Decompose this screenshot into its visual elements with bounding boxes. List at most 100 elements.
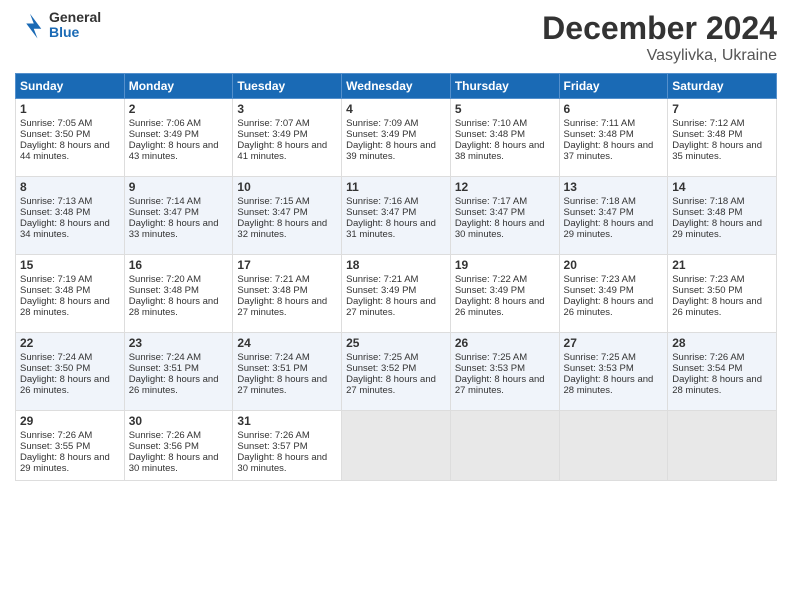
daylight: Daylight: 8 hours and 30 minutes. [455,218,545,240]
sunrise: Sunrise: 7:24 AM [20,352,92,363]
table-cell: 27 Sunrise: 7:25 AM Sunset: 3:53 PM Dayl… [559,333,668,411]
day-number: 30 [129,414,229,428]
daylight: Daylight: 8 hours and 43 minutes. [129,140,219,162]
daylight: Daylight: 8 hours and 37 minutes. [564,140,654,162]
week-row-2: 8 Sunrise: 7:13 AM Sunset: 3:48 PM Dayli… [16,177,777,255]
day-number: 8 [20,180,120,194]
sunrise: Sunrise: 7:23 AM [564,274,636,285]
sunset: Sunset: 3:51 PM [237,363,307,374]
daylight: Daylight: 8 hours and 28 minutes. [129,296,219,318]
table-cell [559,411,668,481]
day-number: 14 [672,180,772,194]
sunrise: Sunrise: 7:06 AM [129,118,201,129]
table-cell: 13 Sunrise: 7:18 AM Sunset: 3:47 PM Dayl… [559,177,668,255]
sunset: Sunset: 3:50 PM [20,363,90,374]
title-section: December 2024 Vasylivka, Ukraine [542,10,777,65]
table-cell: 17 Sunrise: 7:21 AM Sunset: 3:48 PM Dayl… [233,255,342,333]
daylight: Daylight: 8 hours and 27 minutes. [346,296,436,318]
daylight: Daylight: 8 hours and 28 minutes. [20,296,110,318]
sunset: Sunset: 3:48 PM [672,129,742,140]
daylight: Daylight: 8 hours and 44 minutes. [20,140,110,162]
table-cell: 2 Sunrise: 7:06 AM Sunset: 3:49 PM Dayli… [124,99,233,177]
header-monday: Monday [124,74,233,99]
day-number: 28 [672,336,772,350]
sunset: Sunset: 3:47 PM [237,207,307,218]
header-thursday: Thursday [450,74,559,99]
daylight: Daylight: 8 hours and 30 minutes. [237,452,327,474]
week-row-3: 15 Sunrise: 7:19 AM Sunset: 3:48 PM Dayl… [16,255,777,333]
daylight: Daylight: 8 hours and 26 minutes. [672,296,762,318]
day-number: 12 [455,180,555,194]
day-number: 18 [346,258,446,272]
table-cell: 29 Sunrise: 7:26 AM Sunset: 3:55 PM Dayl… [16,411,125,481]
day-number: 16 [129,258,229,272]
sunset: Sunset: 3:47 PM [346,207,416,218]
sunset: Sunset: 3:49 PM [564,285,634,296]
logo-icon [15,10,45,40]
sunrise: Sunrise: 7:25 AM [455,352,527,363]
sunset: Sunset: 3:49 PM [346,129,416,140]
logo-blue: Blue [49,25,101,40]
sunset: Sunset: 3:56 PM [129,441,199,452]
day-number: 22 [20,336,120,350]
daylight: Daylight: 8 hours and 26 minutes. [20,374,110,396]
sunrise: Sunrise: 7:20 AM [129,274,201,285]
sunset: Sunset: 3:55 PM [20,441,90,452]
day-number: 17 [237,258,337,272]
sunset: Sunset: 3:48 PM [129,285,199,296]
sunset: Sunset: 3:48 PM [20,285,90,296]
sunset: Sunset: 3:47 PM [564,207,634,218]
table-cell: 12 Sunrise: 7:17 AM Sunset: 3:47 PM Dayl… [450,177,559,255]
sunrise: Sunrise: 7:25 AM [564,352,636,363]
sunrise: Sunrise: 7:23 AM [672,274,744,285]
table-cell: 11 Sunrise: 7:16 AM Sunset: 3:47 PM Dayl… [342,177,451,255]
sunrise: Sunrise: 7:22 AM [455,274,527,285]
location-title: Vasylivka, Ukraine [542,47,777,65]
table-cell: 23 Sunrise: 7:24 AM Sunset: 3:51 PM Dayl… [124,333,233,411]
daylight: Daylight: 8 hours and 28 minutes. [564,374,654,396]
daylight: Daylight: 8 hours and 29 minutes. [672,218,762,240]
day-number: 21 [672,258,772,272]
logo-text: General Blue [49,10,101,41]
header-wednesday: Wednesday [342,74,451,99]
table-cell: 24 Sunrise: 7:24 AM Sunset: 3:51 PM Dayl… [233,333,342,411]
table-cell: 16 Sunrise: 7:20 AM Sunset: 3:48 PM Dayl… [124,255,233,333]
table-cell: 20 Sunrise: 7:23 AM Sunset: 3:49 PM Dayl… [559,255,668,333]
sunrise: Sunrise: 7:21 AM [346,274,418,285]
daylight: Daylight: 8 hours and 27 minutes. [346,374,436,396]
sunset: Sunset: 3:50 PM [20,129,90,140]
day-number: 6 [564,102,664,116]
sunset: Sunset: 3:49 PM [455,285,525,296]
sunrise: Sunrise: 7:19 AM [20,274,92,285]
sunrise: Sunrise: 7:13 AM [20,196,92,207]
day-number: 24 [237,336,337,350]
day-number: 1 [20,102,120,116]
daylight: Daylight: 8 hours and 41 minutes. [237,140,327,162]
daylight: Daylight: 8 hours and 26 minutes. [455,296,545,318]
weekday-header-row: Sunday Monday Tuesday Wednesday Thursday… [16,74,777,99]
sunrise: Sunrise: 7:21 AM [237,274,309,285]
sunrise: Sunrise: 7:09 AM [346,118,418,129]
daylight: Daylight: 8 hours and 27 minutes. [455,374,545,396]
day-number: 25 [346,336,446,350]
day-number: 7 [672,102,772,116]
table-cell: 9 Sunrise: 7:14 AM Sunset: 3:47 PM Dayli… [124,177,233,255]
sunset: Sunset: 3:57 PM [237,441,307,452]
week-row-1: 1 Sunrise: 7:05 AM Sunset: 3:50 PM Dayli… [16,99,777,177]
sunset: Sunset: 3:54 PM [672,363,742,374]
page: General Blue December 2024 Vasylivka, Uk… [0,0,792,612]
day-number: 11 [346,180,446,194]
daylight: Daylight: 8 hours and 26 minutes. [129,374,219,396]
day-number: 13 [564,180,664,194]
table-cell: 15 Sunrise: 7:19 AM Sunset: 3:48 PM Dayl… [16,255,125,333]
table-cell: 21 Sunrise: 7:23 AM Sunset: 3:50 PM Dayl… [668,255,777,333]
sunrise: Sunrise: 7:26 AM [129,430,201,441]
sunset: Sunset: 3:48 PM [672,207,742,218]
sunrise: Sunrise: 7:26 AM [20,430,92,441]
table-cell: 28 Sunrise: 7:26 AM Sunset: 3:54 PM Dayl… [668,333,777,411]
sunrise: Sunrise: 7:05 AM [20,118,92,129]
day-number: 20 [564,258,664,272]
daylight: Daylight: 8 hours and 39 minutes. [346,140,436,162]
sunset: Sunset: 3:49 PM [346,285,416,296]
header-friday: Friday [559,74,668,99]
